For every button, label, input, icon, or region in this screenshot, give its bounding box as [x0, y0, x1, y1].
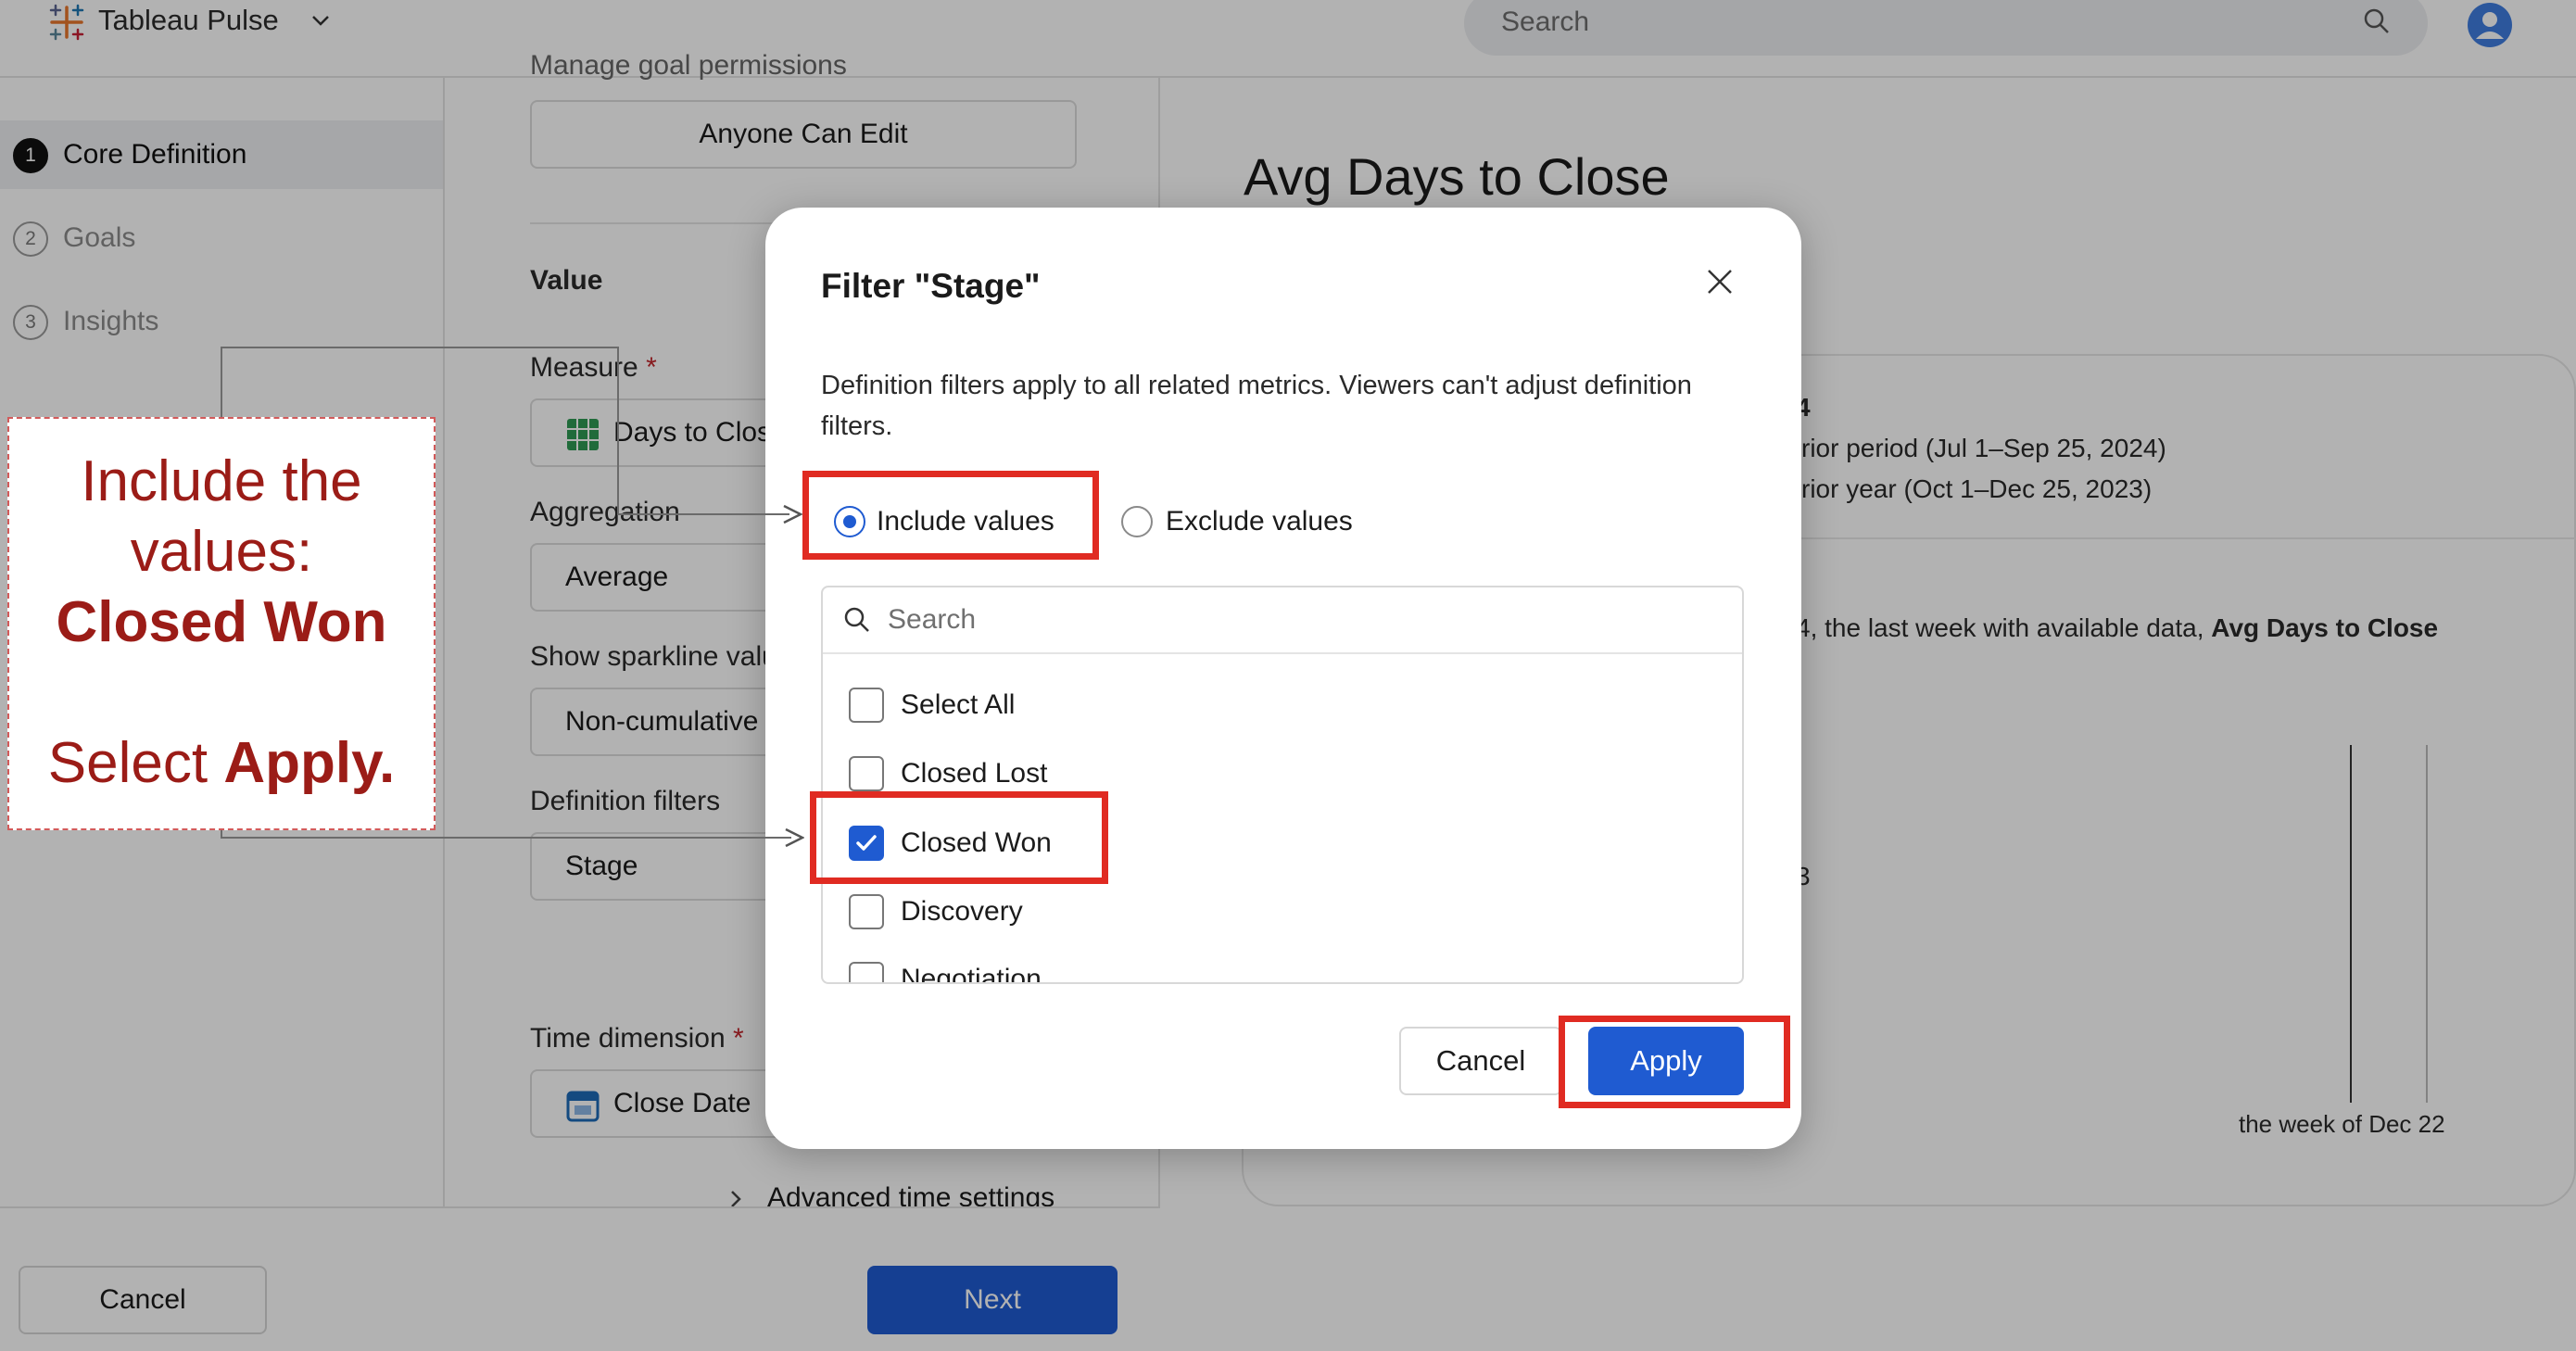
checkbox[interactable]	[849, 688, 884, 723]
option-select-all[interactable]: Select All	[849, 682, 1405, 728]
exclude-values-radio[interactable]: Exclude values	[1121, 502, 1362, 543]
arrow-head-icon	[785, 827, 804, 848]
radio-label: Exclude values	[1166, 506, 1353, 537]
values-search-input[interactable]: Search	[823, 587, 1742, 654]
checkbox[interactable]	[849, 894, 884, 929]
callout-line: Select Apply.	[47, 731, 396, 795]
values-search-placeholder: Search	[888, 604, 977, 635]
option-label: Closed Lost	[901, 758, 1048, 789]
callout-line: values:	[130, 520, 313, 584]
filter-dialog: Filter "Stage" Definition filters apply …	[765, 208, 1801, 1149]
instruction-callout: Include the values: Closed Won Select Ap…	[7, 417, 436, 830]
close-icon[interactable]	[1703, 265, 1736, 298]
highlight-include-values	[802, 471, 1099, 560]
option-discovery[interactable]: Discovery	[849, 889, 1405, 935]
connector-line	[221, 347, 222, 419]
dialog-title: Filter "Stage"	[821, 267, 1041, 305]
option-label: Negotiation	[901, 964, 1042, 984]
connector-line	[617, 513, 789, 515]
connector-line	[221, 837, 791, 839]
callout-line: Include the	[81, 449, 362, 513]
callout-line-emphasis: Closed Won	[56, 590, 387, 654]
option-closed-lost[interactable]: Closed Lost	[849, 751, 1405, 797]
values-list: Search Select All Closed Lost Closed Won…	[821, 586, 1744, 984]
connector-line	[221, 347, 619, 348]
dialog-cancel-button[interactable]: Cancel	[1399, 1027, 1562, 1095]
arrow-head-icon	[783, 504, 802, 524]
connector-line	[617, 347, 619, 515]
highlight-closed-won	[810, 791, 1108, 884]
highlight-apply	[1559, 1016, 1790, 1108]
radio-button[interactable]	[1121, 506, 1153, 537]
option-negotiation[interactable]: Negotiation	[849, 956, 1405, 984]
option-label: Discovery	[901, 896, 1023, 927]
option-label: Select All	[901, 689, 1016, 720]
checkbox[interactable]	[849, 962, 884, 982]
dialog-description: Definition filters apply to all related …	[821, 371, 1692, 441]
checkbox[interactable]	[849, 756, 884, 791]
search-icon	[844, 607, 869, 632]
